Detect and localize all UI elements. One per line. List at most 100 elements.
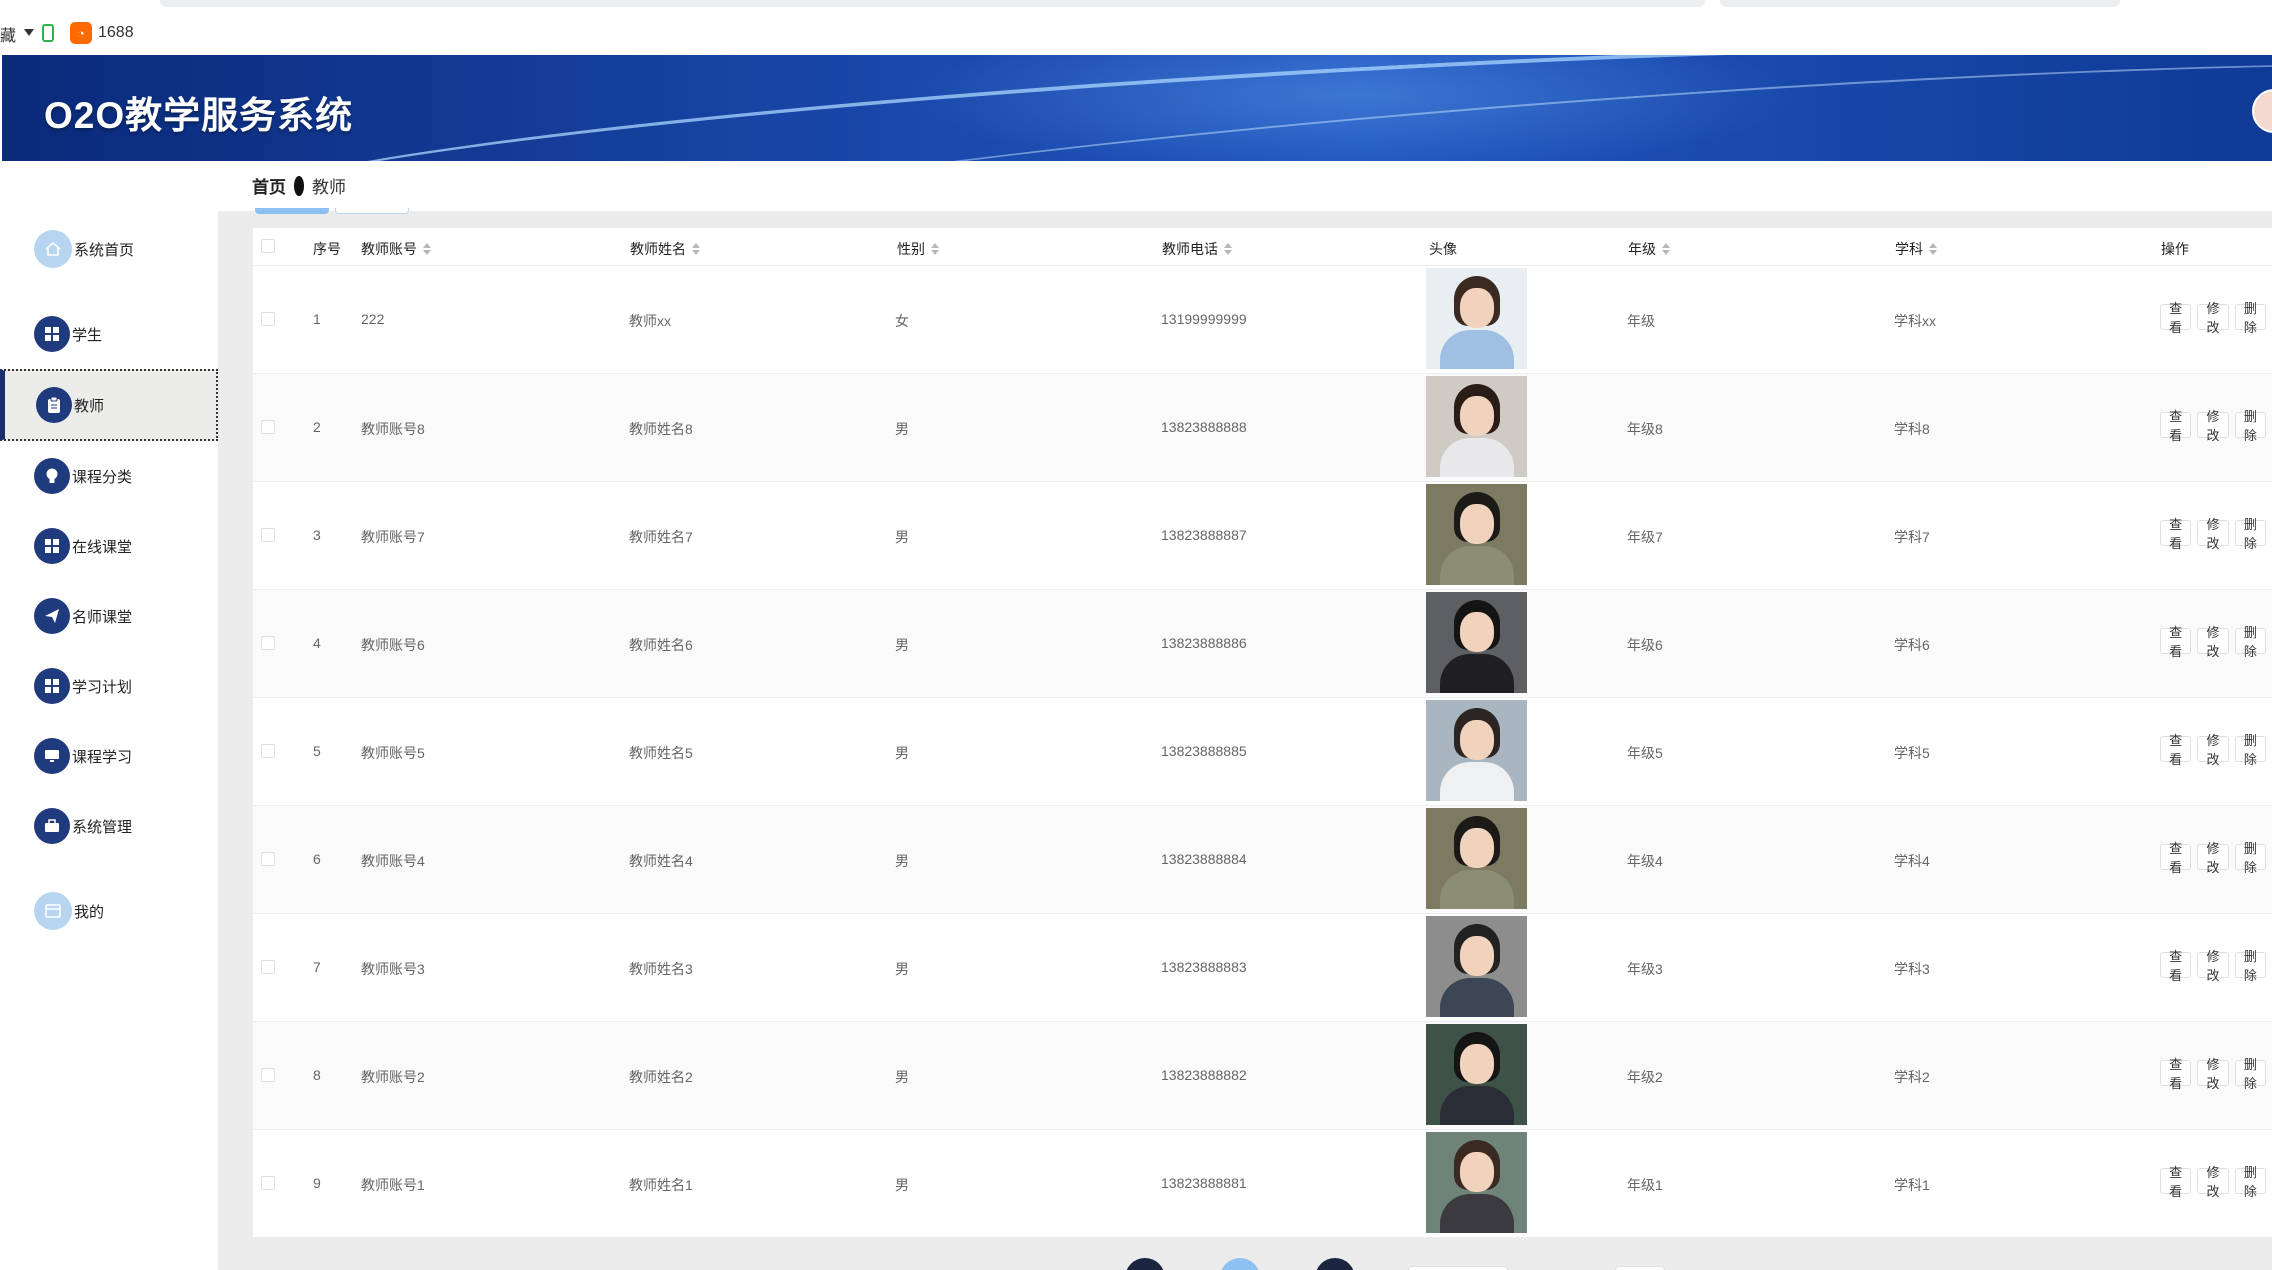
delete-button[interactable]: 删除 [2234, 409, 2266, 443]
sidebar-item-course-study[interactable]: 课程学习 [0, 721, 218, 791]
column-header-phone[interactable]: 教师电话 [1162, 239, 1232, 259]
column-header-subject[interactable]: 学科 [1895, 239, 1937, 259]
table-row[interactable]: 2 教师账号8 教师姓名8 男 13823888888 年级8 学科8 查看 修改 删除 [253, 374, 2272, 482]
briefcase-icon [34, 808, 70, 844]
table-row[interactable]: 6 教师账号4 教师姓名4 男 13823888884 年级4 学科4 查看 修改 删除 [253, 806, 2272, 914]
teacher-avatar[interactable] [1426, 376, 1527, 477]
table-row[interactable]: 4 教师账号6 教师姓名6 男 13823888886 年级6 学科6 查看 修改 删除 [253, 590, 2272, 698]
row-checkbox[interactable] [261, 744, 275, 758]
1688-logo-icon: ◔ [70, 22, 92, 44]
browser-search-bar[interactable] [1720, 0, 2120, 7]
delete-button[interactable]: 删除 [2234, 949, 2266, 983]
row-checkbox[interactable] [261, 420, 275, 434]
teacher-phone: 13199999999 [1161, 311, 1247, 327]
column-header-gender[interactable]: 性别 [897, 239, 939, 259]
teacher-avatar[interactable] [1426, 1024, 1527, 1125]
edit-button[interactable]: 修改 [2197, 517, 2229, 551]
table-row[interactable]: 9 教师账号1 教师姓名1 男 13823888881 年级1 学科1 查看 修改 删除 [253, 1130, 2272, 1238]
row-checkbox[interactable] [261, 1176, 275, 1190]
sort-icon [692, 243, 700, 255]
teacher-subject: 学科2 [1894, 1069, 1930, 1085]
breadcrumb-home[interactable]: 首页 [252, 173, 286, 198]
edit-button[interactable]: 修改 [2197, 733, 2229, 767]
view-button[interactable]: 查看 [2160, 517, 2192, 551]
sort-icon [1224, 243, 1232, 255]
row-checkbox[interactable] [261, 528, 275, 542]
card-icon [34, 892, 72, 930]
row-checkbox[interactable] [261, 852, 275, 866]
sidebar-item-teachers[interactable]: 教师 [0, 369, 218, 441]
home-icon [34, 230, 72, 268]
sidebar-item-home[interactable]: 系统首页 [0, 214, 218, 284]
edit-button[interactable]: 修改 [2197, 1057, 2229, 1091]
column-header-account[interactable]: 教师账号 [361, 239, 431, 259]
table-row[interactable]: 8 教师账号2 教师姓名2 男 13823888882 年级2 学科2 查看 修改 删除 [253, 1022, 2272, 1130]
edit-button[interactable]: 修改 [2197, 409, 2229, 443]
column-header-name[interactable]: 教师姓名 [630, 239, 700, 259]
edit-button[interactable]: 修改 [2197, 1165, 2229, 1199]
phone-icon[interactable] [42, 24, 54, 42]
teacher-name: 教师姓名2 [629, 1069, 693, 1085]
select-all-checkbox[interactable] [261, 239, 275, 253]
view-button[interactable]: 查看 [2160, 409, 2192, 443]
pagination-jump-input[interactable] [1615, 1266, 1665, 1270]
column-header-grade[interactable]: 年级 [1628, 239, 1670, 259]
browser-address-bar[interactable] [160, 0, 1705, 7]
teacher-avatar[interactable] [1426, 808, 1527, 909]
sidebar-item-online-class[interactable]: 在线课堂 [0, 511, 218, 581]
edit-button[interactable]: 修改 [2197, 625, 2229, 659]
teacher-avatar[interactable] [1426, 700, 1527, 801]
row-checkbox[interactable] [261, 636, 275, 650]
bookmark-1688[interactable]: ◔ 1688 [70, 22, 134, 44]
bookmark-dropdown-icon[interactable] [24, 29, 34, 36]
teacher-avatar[interactable] [1426, 268, 1527, 369]
view-button[interactable]: 查看 [2160, 841, 2192, 875]
delete-button[interactable]: 删除 [2234, 301, 2266, 335]
column-header-actions: 操作 [2161, 241, 2189, 257]
tab-inactive[interactable] [335, 208, 409, 214]
delete-button[interactable]: 删除 [2234, 517, 2266, 551]
edit-button[interactable]: 修改 [2197, 841, 2229, 875]
teacher-avatar[interactable] [1426, 592, 1527, 693]
teacher-gender: 男 [895, 745, 909, 761]
teacher-subject: 学科7 [1894, 529, 1930, 545]
row-index: 5 [313, 743, 321, 759]
edit-button[interactable]: 修改 [2197, 301, 2229, 335]
grid-icon [34, 316, 70, 352]
delete-button[interactable]: 删除 [2234, 733, 2266, 767]
row-checkbox[interactable] [261, 312, 275, 326]
table-row[interactable]: 3 教师账号7 教师姓名7 男 13823888887 年级7 学科7 查看 修改 删除 [253, 482, 2272, 590]
sidebar-item-system-management[interactable]: 系统管理 [0, 791, 218, 861]
teacher-avatar[interactable] [1426, 484, 1527, 585]
row-checkbox[interactable] [261, 960, 275, 974]
sidebar-item-study-plan[interactable]: 学习计划 [0, 651, 218, 721]
row-index: 4 [313, 635, 321, 651]
delete-button[interactable]: 删除 [2234, 1165, 2266, 1199]
view-button[interactable]: 查看 [2160, 949, 2192, 983]
edit-button[interactable]: 修改 [2197, 949, 2229, 983]
row-checkbox[interactable] [261, 1068, 275, 1082]
teacher-avatar[interactable] [1426, 916, 1527, 1017]
sidebar-item-students[interactable]: 学生 [0, 299, 218, 369]
sidebar-item-famous-teacher-class[interactable]: 名师课堂 [0, 581, 218, 651]
delete-button[interactable]: 删除 [2234, 625, 2266, 659]
view-button[interactable]: 查看 [2160, 733, 2192, 767]
teacher-grade: 年级1 [1627, 1177, 1663, 1193]
view-button[interactable]: 查看 [2160, 1165, 2192, 1199]
teacher-avatar[interactable] [1426, 1132, 1527, 1233]
delete-button[interactable]: 删除 [2234, 1057, 2266, 1091]
pagination-size-select[interactable] [1408, 1266, 1508, 1270]
sidebar-item-course-category[interactable]: 课程分类 [0, 441, 218, 511]
view-button[interactable]: 查看 [2160, 625, 2192, 659]
table-row[interactable]: 7 教师账号3 教师姓名3 男 13823888883 年级3 学科3 查看 修改 删除 [253, 914, 2272, 1022]
table-header: 序号 教师账号 教师姓名 性别 教师电话 头像 年级 学科 操作 [253, 228, 2272, 266]
view-button[interactable]: 查看 [2160, 1057, 2192, 1091]
bookmark-item[interactable]: 藏 [0, 22, 16, 46]
tab-active[interactable] [255, 208, 329, 214]
row-actions: 查看 修改 删除 [2160, 517, 2272, 551]
view-button[interactable]: 查看 [2160, 301, 2192, 335]
table-row[interactable]: 5 教师账号5 教师姓名5 男 13823888885 年级5 学科5 查看 修改 删除 [253, 698, 2272, 806]
table-row[interactable]: 1 222 教师xx 女 13199999999 年级 学科xx 查看 修改 删除 [253, 266, 2272, 374]
sidebar-item-mine[interactable]: 我的 [0, 876, 218, 946]
delete-button[interactable]: 删除 [2234, 841, 2266, 875]
